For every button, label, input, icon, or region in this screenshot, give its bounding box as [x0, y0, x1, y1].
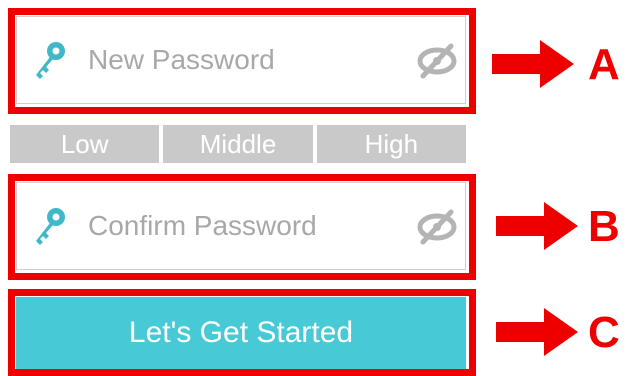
callout-letter-a: A: [588, 40, 620, 89]
callout-letter-b: B: [588, 202, 620, 251]
password-strength-meter: Low Middle High: [10, 125, 466, 163]
callout-letter-c: C: [588, 308, 620, 357]
arrow-right-icon: [492, 40, 574, 88]
arrow-right-icon: [496, 202, 578, 250]
strength-low: Low: [10, 125, 160, 163]
arrow-right-icon: [496, 308, 578, 356]
strength-high: High: [316, 125, 466, 163]
setup-password-screenshot: New Password Low Middle High Confirm Pas…: [0, 0, 630, 376]
callout-box-a: [8, 8, 476, 114]
callout-box-b: [8, 174, 476, 280]
strength-middle: Middle: [163, 125, 313, 163]
callout-box-c: [8, 289, 476, 376]
